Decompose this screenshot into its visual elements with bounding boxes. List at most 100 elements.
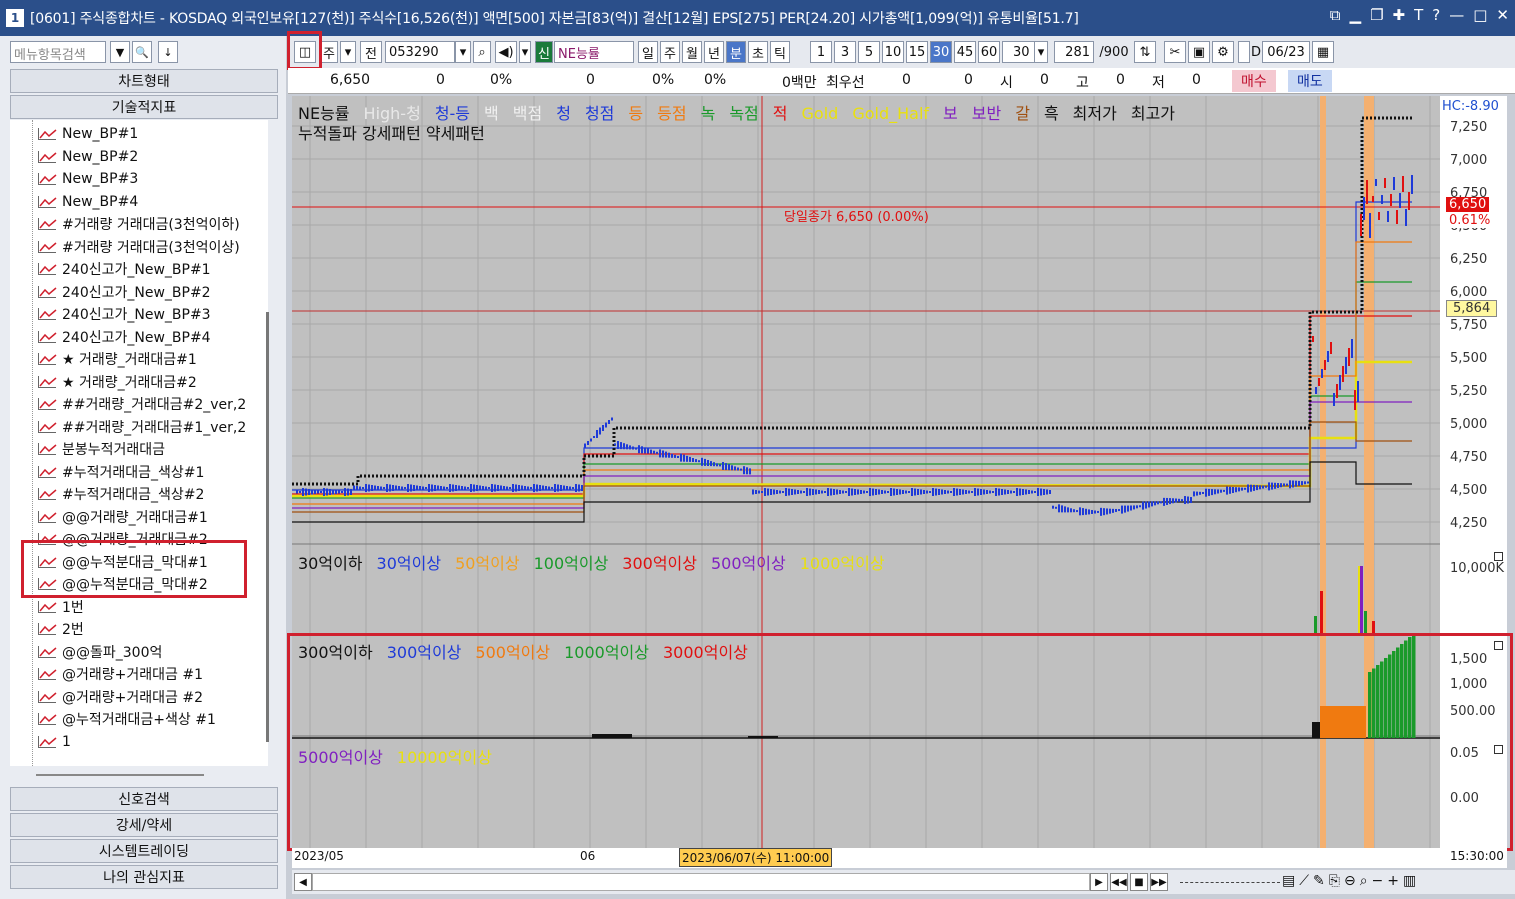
ju-button[interactable]: 주 [320,41,338,63]
close-icon[interactable]: ✕ [1496,6,1509,24]
menu-search-input[interactable]: 메뉴항목검색 [10,41,106,63]
tree-item[interactable]: 분봉누적거래대금 [38,439,165,459]
gear-icon[interactable]: ⚙ [1212,41,1234,63]
tree-item[interactable]: ★ 거래량_거래대금#1 [38,349,197,369]
dropdown-icon[interactable]: ▼ [110,41,130,63]
tree-item[interactable]: 2번 [38,619,84,639]
jeon-button[interactable]: 전 [360,41,382,63]
minute-tab[interactable]: 3 [834,41,856,63]
minute-tab[interactable]: 60 [978,41,1000,63]
tree-item-label: ##거래량_거래대금#1_ver,2 [62,419,247,436]
horizontal-scrollbar[interactable] [312,873,1090,891]
minimize-small-icon[interactable]: ▁ [1350,6,1362,24]
minute-tab[interactable]: 45 [954,41,976,63]
period-tab[interactable]: 초 [748,41,768,63]
buy-button[interactable]: 매수 [1232,70,1276,92]
stop-icon[interactable]: ■ [1130,873,1148,891]
tree-scrollbar[interactable] [266,312,269,742]
tree-item[interactable]: #거래량 거래대금(3천억이상) [38,237,240,257]
speaker-icon[interactable]: ◀) [495,41,517,63]
tree-item[interactable]: @@돌파_300억 [38,642,162,662]
tree-item[interactable]: #누적거래대금_색상#2 [38,484,204,504]
period-tab[interactable]: 분 [726,41,746,63]
compare-icon[interactable]: ⇅ [1134,41,1156,63]
tree-item[interactable]: 1 [38,732,71,752]
chart-line-icon [38,353,57,365]
chart-type-button[interactable]: 차트형태 [10,69,278,93]
pin-icon[interactable]: ✚ [1393,6,1406,24]
minute-tab[interactable]: 15 [906,41,928,63]
sell-button[interactable]: 매도 [1288,70,1332,92]
interval-dropdown-icon[interactable]: ▾ [1034,41,1048,63]
code-dropdown-icon[interactable]: ▾ [455,41,471,63]
tools-icon[interactable]: ✂ [1164,41,1186,63]
period-tab[interactable]: 주 [660,41,680,63]
search-icon[interactable]: ⌕ [473,41,491,63]
tree-item[interactable]: New_BP#2 [38,147,138,167]
search-icon[interactable]: 🔍 [132,41,152,63]
tree-item-label: #누적거래대금_색상#1 [62,464,205,481]
tree-item[interactable]: 240신고가_New_BP#1 [38,259,211,279]
splitter[interactable] [36,774,204,776]
tree-item[interactable]: 240신고가_New_BP#3 [38,304,211,324]
maximize-icon[interactable]: □ [1473,6,1487,24]
tree-item[interactable]: 1번 [38,597,84,617]
legend-item: 청 [556,104,571,123]
forward-icon[interactable]: ▶▶ [1150,873,1168,891]
tree-item[interactable]: @@거래량_거래대금#1 [38,507,208,527]
speaker-dropdown-icon[interactable]: ▾ [519,41,531,63]
tree-item[interactable]: @누적거래대금+색상 #1 [38,709,216,729]
tree-item[interactable]: ##거래량_거래대금#2_ver,2 [38,394,246,414]
tree-item[interactable]: @거래량+거래대금 #1 [38,664,203,684]
tree-item[interactable]: 240신고가_New_BP#2 [38,282,211,302]
minimize-icon[interactable]: — [1449,6,1464,24]
y-price-label: 5,500 [1450,351,1488,366]
stock-code-input[interactable]: 053290 [385,41,455,63]
tree-item[interactable]: New_BP#4 [38,192,138,212]
save-icon[interactable]: ▣ [1188,41,1210,63]
pane-close-icon[interactable] [1494,552,1503,561]
download-arrow-icon[interactable]: ↓ [158,41,178,63]
system-trading-button[interactable]: 시스템트레이딩 [10,839,278,863]
calendar-icon[interactable]: ▦ [1312,41,1334,63]
text-icon[interactable]: T [1414,6,1423,24]
minute-tab[interactable]: 1 [810,41,832,63]
scroll-right-icon[interactable]: ▶ [1090,873,1108,891]
my-indicator-button[interactable]: 나의 관심지표 [10,865,278,889]
help-icon[interactable]: ? [1432,6,1440,24]
tree-item[interactable]: New_BP#3 [38,169,138,189]
chart-tools-icons[interactable]: ▤⟋✎⎘⊖⌕−+▥ [1282,873,1420,889]
period-tab[interactable]: 일 [638,41,658,63]
minute-tab[interactable]: 10 [882,41,904,63]
legend-item: 흑 [1043,104,1059,123]
checkbox[interactable] [1238,41,1250,63]
tech-indicator-button[interactable]: 기술적지표 [10,95,278,119]
tree-item[interactable]: ##거래량_거래대금#1_ver,2 [38,417,246,437]
tile-icon[interactable]: ❐ [1370,6,1383,24]
tree-item[interactable]: #누적거래대금_색상#1 [38,462,204,482]
period-tab[interactable]: 월 [682,41,702,63]
strength-button[interactable]: 강세/약세 [10,813,278,837]
count-input[interactable]: 281 [1054,41,1094,63]
tree-item-label: New_BP#2 [62,148,139,165]
tree-item[interactable]: ★ 거래량_거래대금#2 [38,372,197,392]
period-tab[interactable]: 틱 [770,41,790,63]
date-input[interactable]: 06/23 [1262,41,1310,63]
legend-item: 50억이상 [455,554,520,573]
scroll-left-icon[interactable]: ◀ [294,873,312,891]
minute-tab[interactable]: 30 [930,41,952,63]
ju-dropdown-icon[interactable]: ▾ [340,41,356,63]
signal-search-button[interactable]: 신호검색 [10,787,278,811]
tree-item-label: New_BP#3 [62,171,139,187]
restore-icon[interactable]: ⧉ [1330,6,1341,24]
tree-item[interactable]: #거래량 거래대금(3천억이하) [38,214,240,234]
minute-tab[interactable]: 5 [858,41,880,63]
period-tab[interactable]: 년 [704,41,724,63]
tree-item[interactable]: 240신고가_New_BP#4 [38,327,211,347]
rewind-icon[interactable]: ◀◀ [1110,873,1128,891]
stock-name-field[interactable]: NE능률 [554,41,634,63]
zoom-slider[interactable] [1180,882,1280,883]
tree-item[interactable]: New_BP#1 [38,124,138,144]
tree-item[interactable]: @거래량+거래대금 #2 [38,687,203,707]
highlight-box-chart [287,633,1513,851]
